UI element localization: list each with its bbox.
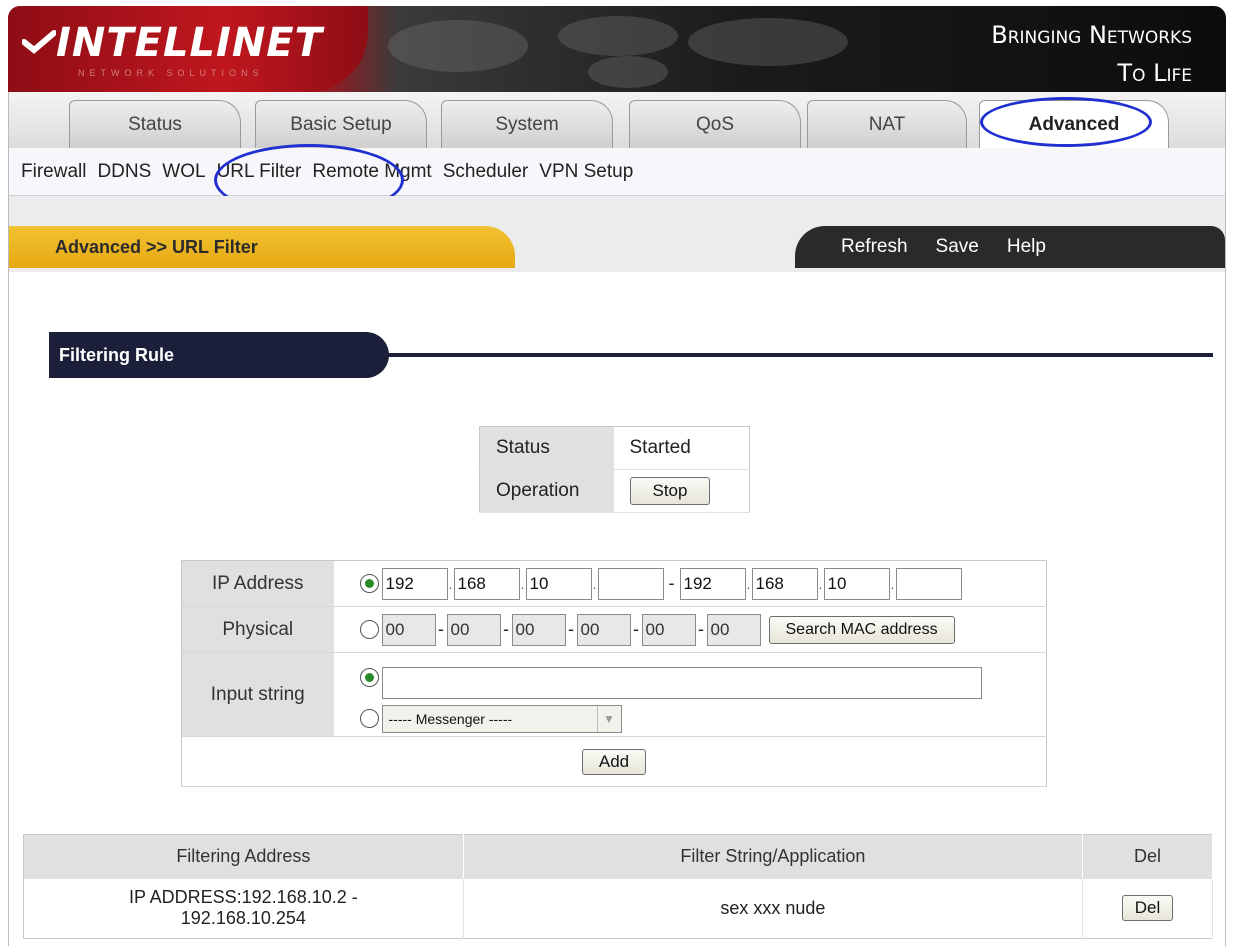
mac-octet-4[interactable]: 00 [576, 613, 631, 646]
main-tabs: Status Basic Setup System QoS NAT Advanc… [8, 92, 1226, 148]
status-label: Status [479, 426, 614, 470]
mac-octet-6[interactable]: 00 [706, 613, 761, 646]
subnav-firewall[interactable]: Firewall [21, 161, 86, 183]
tab-nat[interactable]: NAT [807, 100, 967, 148]
section-header: Filtering Rule [49, 332, 1213, 380]
physical-radio[interactable] [359, 620, 379, 639]
ip-from-octet-4[interactable] [597, 567, 664, 600]
mac-octet-3[interactable]: 00 [511, 613, 566, 646]
filter-status-table: Status Started Operation Stop [479, 426, 750, 513]
subnav-ddns[interactable]: DDNS [97, 161, 151, 183]
tagline-line1: Bringing Networks [991, 21, 1192, 49]
application-select-value: ----- Messenger ----- [388, 710, 513, 727]
section-divider [369, 353, 1213, 357]
del-cell: Del [1082, 878, 1213, 939]
ip-to-octet-4[interactable] [895, 567, 962, 600]
chevron-down-icon: ▼ [596, 705, 621, 732]
physical-label: Physical [181, 606, 334, 653]
save-link[interactable]: Save [936, 236, 979, 258]
tab-system[interactable]: System [441, 100, 613, 148]
tagline-line2: To Life [1117, 59, 1192, 87]
subnav-url-filter[interactable]: URL Filter [217, 161, 302, 183]
physical-cell: 00- 00- 00- 00- 00- 00 Search MAC addres… [333, 606, 1047, 653]
tagline: Bringing Networks To Life [991, 16, 1192, 92]
tab-status[interactable]: Status [69, 100, 241, 148]
ip-from-octet-2[interactable]: 168 [453, 567, 520, 600]
mac-octet-1[interactable]: 00 [381, 613, 436, 646]
help-link[interactable]: Help [1007, 236, 1046, 258]
mac-octet-5[interactable]: 00 [641, 613, 696, 646]
logo-subtitle: NETWORK SOLUTIONS [78, 68, 264, 78]
ip-to-octet-2[interactable]: 168 [751, 567, 818, 600]
filter-list-table: Filtering Address Filter String/Applicat… [23, 834, 1213, 939]
ip-address-radio[interactable] [359, 574, 379, 593]
subnav-wol[interactable]: WOL [162, 161, 205, 183]
input-string-field[interactable] [381, 666, 982, 699]
filtering-rule-form: IP Address 192. 168. 10. - 192. 168. 10.… [181, 560, 1047, 787]
filtering-address-cell: IP ADDRESS:192.168.10.2 - 192.168.10.254 [23, 878, 464, 939]
page-actions: Refresh Save Help [795, 226, 1225, 268]
address-line-1: IP ADDRESS:192.168.10.2 - [128, 887, 358, 908]
table-row: IP ADDRESS:192.168.10.2 - 192.168.10.254… [23, 878, 1213, 939]
world-map-decoration [388, 16, 848, 88]
subnav-vpn-setup[interactable]: VPN Setup [539, 161, 633, 183]
application-radio[interactable] [359, 709, 379, 728]
filter-string-cell: sex xxx nude [463, 878, 1084, 939]
address-line-2: 192.168.10.254 [180, 908, 306, 929]
add-button[interactable]: Add [581, 748, 647, 775]
input-string-label: Input string [181, 652, 334, 737]
ip-address-label: IP Address [181, 560, 334, 607]
tab-qos[interactable]: QoS [629, 100, 801, 148]
section-title: Filtering Rule [49, 332, 389, 378]
input-string-radio[interactable] [359, 668, 379, 687]
ip-from-octet-1[interactable]: 192 [381, 567, 448, 600]
subnav-remote-mgmt[interactable]: Remote Mgmt [312, 161, 431, 183]
breadcrumb: Advanced >> URL Filter [9, 226, 515, 268]
input-string-cell: ----- Messenger ----- ▼ [333, 652, 1047, 737]
mac-octet-2[interactable]: 00 [446, 613, 501, 646]
stop-button[interactable]: Stop [629, 477, 711, 505]
ip-address-cell: 192. 168. 10. - 192. 168. 10. [333, 560, 1047, 607]
page-header-bar: Advanced >> URL Filter Refresh Save Help [8, 196, 1226, 272]
content-panel: Filtering Rule Status Started Operation … [8, 272, 1226, 946]
ip-from-octet-3[interactable]: 10 [525, 567, 592, 600]
ip-to-octet-1[interactable]: 192 [679, 567, 746, 600]
checkmark-icon [22, 30, 56, 54]
column-del: Del [1082, 834, 1213, 879]
column-filtering-address: Filtering Address [23, 834, 464, 879]
refresh-link[interactable]: Refresh [841, 236, 908, 258]
sub-navigation: Firewall DDNS WOL URL Filter Remote Mgmt… [8, 148, 1226, 196]
delete-button[interactable]: Del [1121, 895, 1174, 922]
tab-basic-setup[interactable]: Basic Setup [255, 100, 427, 148]
brand-logo: INTELLINET NETWORK SOLUTIONS [8, 6, 368, 92]
operation-label: Operation [479, 469, 614, 513]
ip-to-octet-3[interactable]: 10 [823, 567, 890, 600]
subnav-scheduler[interactable]: Scheduler [443, 161, 529, 183]
column-filter-string: Filter String/Application [463, 834, 1084, 879]
search-mac-button[interactable]: Search MAC address [768, 615, 955, 644]
logo-text: INTELLINET [56, 20, 323, 66]
application-select[interactable]: ----- Messenger ----- ▼ [381, 704, 622, 733]
operation-cell: Stop [613, 469, 750, 513]
tab-advanced[interactable]: Advanced [979, 100, 1169, 148]
status-value: Started [613, 426, 750, 470]
add-cell: Add [181, 736, 1047, 787]
header-banner: INTELLINET NETWORK SOLUTIONS Bringing Ne… [8, 6, 1226, 92]
